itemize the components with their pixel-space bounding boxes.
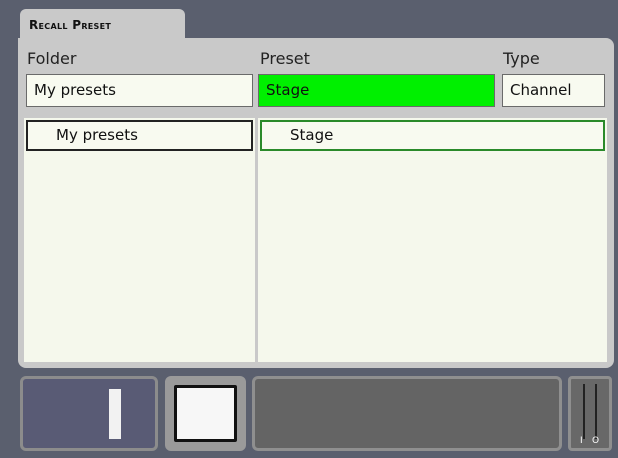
white-square-icon: [174, 385, 237, 442]
preset-list[interactable]: Stage: [258, 118, 607, 362]
fader-mark-on: I: [580, 436, 583, 446]
encoder-control-button[interactable]: [20, 376, 158, 451]
preset-list-item[interactable]: Stage: [260, 120, 605, 151]
type-column-label: Type: [503, 49, 540, 68]
preset-field[interactable]: Stage: [258, 74, 495, 107]
fader-track-right: [595, 384, 597, 439]
folder-list-item[interactable]: My presets: [26, 120, 253, 151]
recall-preset-screen: Recall Preset Folder Preset Type My pres…: [0, 0, 618, 458]
folder-field[interactable]: My presets: [26, 74, 253, 107]
fader-mark-off: O: [592, 436, 600, 446]
type-field[interactable]: Channel: [502, 74, 605, 107]
preset-column-label: Preset: [260, 49, 310, 68]
display-strip: [252, 376, 562, 451]
square-button[interactable]: [165, 376, 246, 451]
tab-title: Recall Preset: [29, 18, 112, 32]
folder-column-label: Folder: [27, 49, 77, 68]
folder-list[interactable]: My presets: [24, 118, 255, 362]
fader-track-left: [583, 384, 585, 439]
fader-control[interactable]: I O: [568, 376, 612, 451]
level-bar-icon: [109, 389, 121, 439]
